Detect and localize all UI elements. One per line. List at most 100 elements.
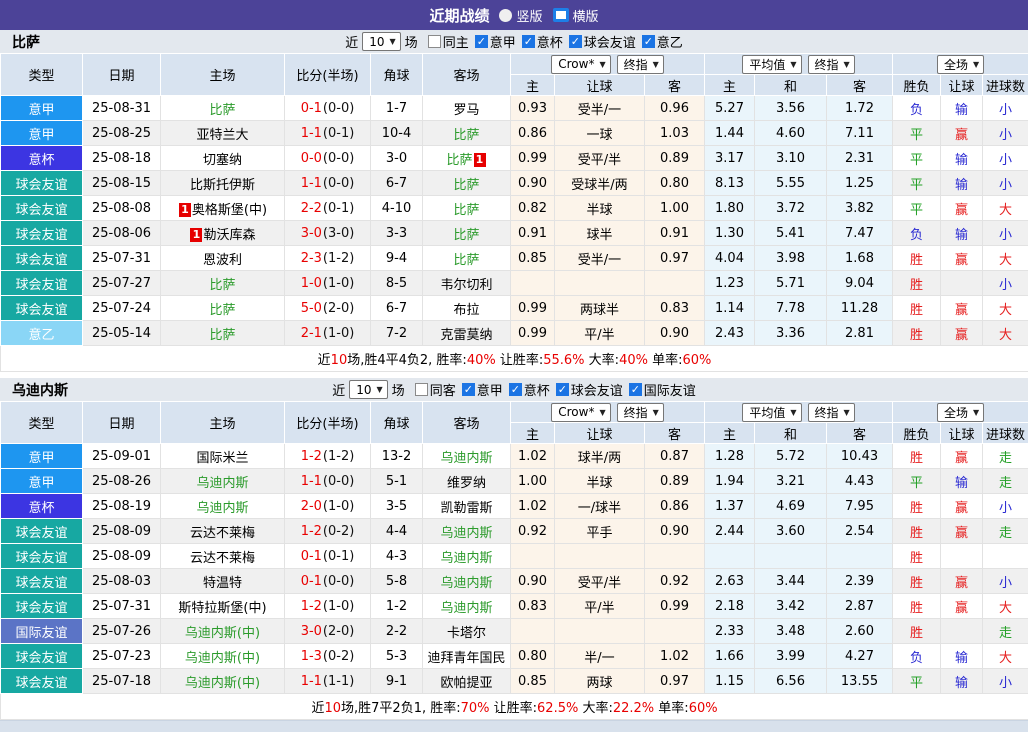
- handicap-home-odds: 0.91: [510, 220, 555, 246]
- filter-checkbox[interactable]: 同主: [427, 32, 469, 51]
- avg-away-odds: 2.54: [826, 518, 894, 544]
- match-result: 负: [892, 643, 942, 669]
- recent-count-select[interactable]: 10 ▼: [349, 380, 388, 399]
- handicap-result: 输: [940, 145, 984, 171]
- handicap-result: 输: [940, 220, 984, 246]
- bookmaker-select[interactable]: Crow* ▼: [551, 54, 611, 74]
- checkbox-checked-icon[interactable]: [641, 34, 655, 48]
- final-odds-select-2[interactable]: 终指 ▼: [807, 402, 855, 422]
- avg-draw-odds: 4.69: [754, 493, 828, 519]
- avg-away-odds: 4.27: [826, 643, 894, 669]
- average-select[interactable]: 平均值 ▼: [742, 402, 802, 422]
- away-team-cell: 比萨 1: [422, 145, 511, 171]
- filter-checkbox[interactable]: 球会友谊: [555, 380, 623, 399]
- match-date: 25-08-15: [82, 170, 161, 196]
- away-team-cell: 比萨: [422, 220, 511, 246]
- avg-draw-odds: 3.36: [754, 320, 828, 346]
- handicap-line: 受平/半: [554, 568, 645, 594]
- full-time-score: 1-1: [300, 125, 322, 141]
- checkbox-label: 意乙: [656, 35, 683, 51]
- handicap-away-odds: 0.99: [643, 593, 706, 619]
- match-result: 平: [892, 145, 942, 171]
- score-cell: 1-1(0-0): [284, 468, 371, 494]
- match-result: 胜: [892, 270, 942, 296]
- avg-home-odds: 1.30: [704, 220, 756, 246]
- horizontal-layout-radio[interactable]: 横版: [552, 6, 599, 25]
- checkbox-label: 意甲: [476, 383, 503, 399]
- avg-home-odds: 1.44: [704, 120, 756, 146]
- league-type-cell: 意杯: [0, 493, 83, 519]
- final-odds-select[interactable]: 终指 ▼: [616, 54, 664, 74]
- radio-icon[interactable]: [499, 8, 513, 22]
- final-odds-select-2[interactable]: 终指 ▼: [807, 54, 855, 74]
- handicap-result: 赢: [940, 320, 984, 346]
- checkbox-unchecked-icon[interactable]: [427, 34, 441, 48]
- scope-select[interactable]: 全场 ▼: [936, 402, 985, 422]
- results-table: 类型 日期 主场 比分(半场) 角球 客场 Crow* ▼ 终指 ▼ 平均值 ▼…: [0, 53, 1028, 372]
- handicap-home-odds: 0.80: [510, 643, 555, 669]
- checkbox-checked-icon[interactable]: [555, 382, 569, 396]
- final-odds-select[interactable]: 终指 ▼: [616, 402, 664, 422]
- full-time-score: 1-1: [300, 473, 322, 489]
- team-label: 克雷莫纳: [440, 327, 493, 343]
- checkbox-checked-icon[interactable]: [521, 34, 535, 48]
- match-result: 平: [892, 468, 942, 494]
- handicap-line: [554, 270, 645, 296]
- handicap-result: 输: [940, 170, 984, 196]
- handicap-home-odds: 0.99: [510, 320, 555, 346]
- full-time-score: 3-0: [300, 623, 322, 639]
- match-row: 意甲 25-08-25 亚特兰大 1-1(0-1) 10-4 比萨 0.86 一球 1.03 1.…: [0, 120, 1028, 146]
- games-label: 场: [404, 36, 418, 51]
- handicap-home-odds: 0.86: [510, 120, 555, 146]
- checkbox-checked-icon[interactable]: [508, 382, 522, 396]
- filter-checkbox[interactable]: 球会友谊: [568, 32, 636, 51]
- handicap-home-odds: [510, 543, 555, 569]
- team-label: 乌迪内斯(中): [184, 625, 261, 641]
- goals-result: [982, 543, 1028, 569]
- match-row: 球会友谊 25-08-08 1 奥格斯堡(中) 2-2(0-1) 4-10 比萨 0.82 半球…: [0, 195, 1028, 221]
- bookmaker-select[interactable]: Crow* ▼: [551, 402, 611, 422]
- checkbox-checked-icon[interactable]: [461, 382, 475, 396]
- home-team-cell: 云达不莱梅: [160, 543, 285, 569]
- avg-draw-odds: 3.42: [754, 593, 828, 619]
- col-header-type: 类型: [0, 401, 83, 444]
- radio-icon-selected[interactable]: [552, 8, 569, 22]
- team-label: 国际米兰: [196, 450, 249, 466]
- goals-result: 大: [982, 593, 1028, 619]
- handicap-home-odds: 0.83: [510, 593, 555, 619]
- match-date: 25-05-14: [82, 320, 161, 346]
- match-date: 25-08-18: [82, 145, 161, 171]
- average-select[interactable]: 平均值 ▼: [742, 54, 802, 74]
- filter-checkbox[interactable]: 意甲: [461, 380, 503, 399]
- filter-checkbox[interactable]: 国际友谊: [628, 380, 696, 399]
- match-result: 平: [892, 170, 942, 196]
- match-row: 意甲 25-08-26 乌迪内斯 1-1(0-0) 5-1 维罗纳 1.00 半球 0.89 1.…: [0, 468, 1028, 494]
- vertical-layout-radio[interactable]: 竖版: [499, 6, 543, 25]
- team-label: 迪拜青年国民: [427, 650, 506, 666]
- away-team-cell: 比萨: [422, 245, 511, 271]
- avg-draw-odds: 3.48: [754, 618, 828, 644]
- handicap-away-odds: 0.87: [643, 443, 706, 469]
- filter-checkbox[interactable]: 意杯: [521, 32, 563, 51]
- checkbox-unchecked-icon[interactable]: [414, 382, 428, 396]
- checkbox-checked-icon[interactable]: [628, 382, 642, 396]
- checkbox-checked-icon[interactable]: [568, 34, 582, 48]
- league-type-cell: 球会友谊: [0, 195, 83, 221]
- score-cell: 1-1(0-1): [284, 120, 371, 146]
- filter-checkbox[interactable]: 意杯: [508, 380, 550, 399]
- handicap-result: 赢: [940, 493, 984, 519]
- scope-select[interactable]: 全场 ▼: [936, 54, 985, 74]
- checkbox-checked-icon[interactable]: [474, 34, 488, 48]
- handicap-result: 赢: [940, 120, 984, 146]
- filter-checkbox[interactable]: 意甲: [474, 32, 516, 51]
- avg-home-odds: 8.13: [704, 170, 756, 196]
- avg-away-odds: 1.68: [826, 245, 894, 271]
- filter-checkbox[interactable]: 意乙: [641, 32, 683, 51]
- recent-count-select[interactable]: 10 ▼: [362, 32, 401, 51]
- score-cell: 1-3(0-2): [284, 643, 371, 669]
- score-cell: 3-0(3-0): [284, 220, 371, 246]
- filter-checkbox[interactable]: 同客: [414, 380, 456, 399]
- handicap-result: 输: [940, 643, 984, 669]
- handicap-away-odds: 0.86: [643, 493, 706, 519]
- avg-home-odds: 1.14: [704, 295, 756, 321]
